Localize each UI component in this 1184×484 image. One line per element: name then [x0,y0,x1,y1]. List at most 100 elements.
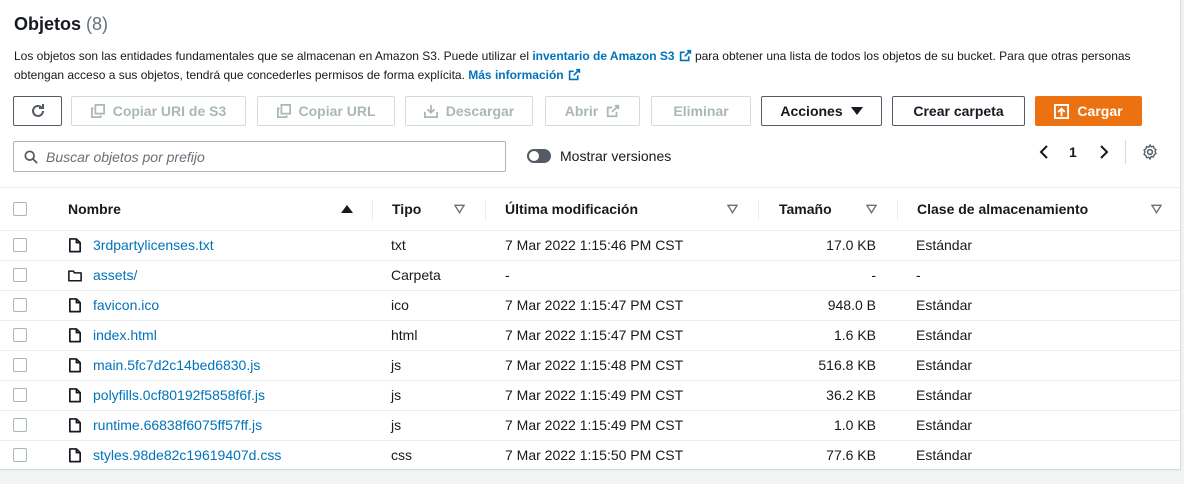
file-icon [69,388,81,403]
object-name-link[interactable]: 3rdpartylicenses.txt [93,237,214,253]
copy-url-button[interactable]: Copiar URL [257,96,395,126]
create-folder-label: Crear carpeta [913,103,1004,119]
delete-button[interactable]: Eliminar [651,96,751,126]
actions-dropdown[interactable]: Acciones [761,96,882,126]
column-divider [897,200,898,220]
file-icon [69,298,81,313]
sort-icon[interactable] [1151,204,1162,214]
object-type: ico [391,297,409,313]
object-size: 77.6 KB [826,447,876,463]
row-checkbox[interactable] [13,358,27,372]
open-button[interactable]: Abrir [545,96,640,126]
table-row[interactable]: 3rdpartylicenses.txt txt 7 Mar 2022 1:15:4… [0,231,1181,261]
column-header-last-modified[interactable]: Última modificación [505,188,638,230]
download-icon [423,104,438,118]
folder-icon [68,270,82,282]
column-header-size[interactable]: Tamaño [779,188,832,230]
object-name-link[interactable]: main.5fc7d2c14bed6830.js [93,357,260,373]
object-size: 516.8 KB [818,357,876,373]
sort-icon[interactable] [727,204,738,214]
copy-s3-uri-button[interactable]: Copiar URI de S3 [71,96,246,126]
column-divider [758,200,759,220]
page-number[interactable]: 1 [1069,144,1077,160]
more-info-link[interactable]: Más información [468,68,563,82]
search-icon [24,149,38,164]
column-header-type[interactable]: Tipo [392,188,421,230]
search-input[interactable] [46,148,486,165]
inventory-link[interactable]: inventario de Amazon S3 [532,49,674,63]
upload-label: Cargar [1077,103,1123,119]
row-checkbox[interactable] [13,238,27,252]
actions-label: Acciones [780,103,843,119]
object-last-modified: 7 Mar 2022 1:15:48 PM CST [505,357,684,373]
sort-ascending-icon[interactable] [341,204,353,214]
title-text: Objetos [14,14,82,34]
table-row[interactable]: main.5fc7d2c14bed6830.js js 7 Mar 2022 1:1… [0,351,1181,381]
object-type: html [391,327,418,343]
chevron-left-icon[interactable] [1036,144,1052,160]
upload-icon [1054,103,1070,119]
object-name-link[interactable]: styles.98de82c19619407d.css [93,447,281,463]
gear-icon[interactable] [1141,143,1159,161]
table-row[interactable]: assets/Carpeta - - - [0,261,1181,291]
object-size: 17.0 KB [826,237,876,253]
file-icon [69,328,81,343]
show-versions-toggle[interactable] [527,149,551,163]
external-link-icon[interactable] [679,49,692,62]
refresh-button[interactable] [13,96,62,126]
file-icon [69,358,81,373]
show-versions-label: Mostrar versiones [560,148,672,164]
object-name-link[interactable]: runtime.66838f6075ff57ff.js [93,417,262,433]
row-checkbox[interactable] [13,448,27,462]
description-text-1: Los objetos son las entidades fundamenta… [14,49,533,63]
object-count: (8) [86,14,109,34]
file-icon [69,448,81,463]
row-checkbox[interactable] [13,388,27,402]
table-row[interactable]: favicon.ico ico 7 Mar 2022 1:15:47 PM CST 9… [0,291,1181,321]
object-type: js [391,387,402,403]
page-title: Objetos (8) [14,14,108,35]
sort-icon[interactable] [454,204,465,214]
open-label: Abrir [564,103,599,119]
copy-icon [90,104,105,118]
row-checkbox[interactable] [13,298,27,312]
external-link-icon[interactable] [568,68,581,81]
object-last-modified: - [505,267,510,283]
object-type: js [391,417,402,433]
object-last-modified: 7 Mar 2022 1:15:46 PM CST [505,237,684,253]
object-storage-class: Estándar [916,237,973,253]
table-row[interactable]: styles.98de82c19619407d.css css 7 Mar 2022… [0,441,1181,471]
table-row[interactable]: index.html html 7 Mar 2022 1:15:47 PM CST 1… [0,321,1181,351]
objects-panel: Objetos (8) Los objetos son las entidade… [0,0,1181,471]
create-folder-button[interactable]: Crear carpeta [892,96,1025,126]
upload-button[interactable]: Cargar [1035,96,1142,126]
object-type: css [391,447,412,463]
column-divider [485,200,486,220]
object-last-modified: 7 Mar 2022 1:15:49 PM CST [505,387,684,403]
object-last-modified: 7 Mar 2022 1:15:47 PM CST [505,297,684,313]
object-name-link[interactable]: polyfills.0cf80192f5858f6f.js [93,387,265,403]
table-row[interactable]: polyfills.0cf80192f5858f6f.js js 7 Mar 202… [0,381,1181,411]
copy-icon [276,104,291,118]
object-size: 1.6 KB [833,327,876,343]
row-checkbox[interactable] [13,418,27,432]
table-row[interactable]: runtime.66838f6075ff57ff.js js 7 Mar 2022 … [0,411,1181,441]
object-name-link[interactable]: assets/ [93,267,137,283]
row-checkbox[interactable] [13,268,27,282]
select-all-checkbox[interactable] [13,202,27,216]
object-name-link[interactable]: index.html [93,327,157,343]
object-storage-class: Estándar [916,447,973,463]
refresh-icon [31,104,44,117]
delete-label: Eliminar [673,103,729,119]
object-name-link[interactable]: favicon.ico [93,297,159,313]
column-header-name[interactable]: Nombre [68,188,121,230]
row-checkbox[interactable] [13,328,27,342]
column-header-storage-class[interactable]: Clase de almacenamiento [917,188,1088,230]
download-button[interactable]: Descargar [405,96,533,126]
object-storage-class: Estándar [916,327,973,343]
copy-url-label: Copiar URL [298,103,376,119]
object-storage-class: - [916,267,921,283]
sort-icon[interactable] [866,204,877,214]
search-box[interactable] [13,141,506,172]
chevron-right-icon[interactable] [1096,144,1112,160]
